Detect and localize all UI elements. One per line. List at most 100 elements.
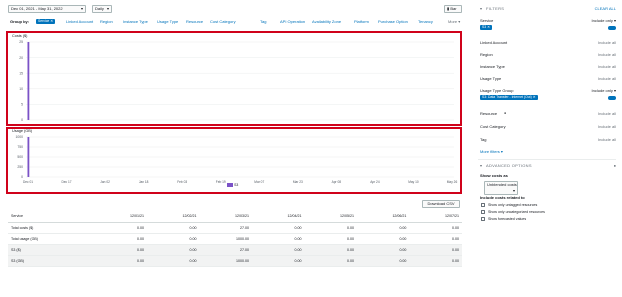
checkbox[interactable]	[481, 203, 485, 207]
table-header-cell[interactable]: 12/06/21	[356, 211, 410, 223]
table-header-cell[interactable]: 12/02/21	[147, 211, 200, 223]
table-cell: 0.00	[356, 222, 410, 234]
group-by-resource[interactable]: Resource	[186, 19, 203, 24]
filter-cost-category[interactable]: Cost Category Include all	[480, 124, 616, 130]
filter-cost-category-mode[interactable]: Include all	[598, 124, 616, 129]
table-cell: 0.00	[356, 244, 410, 256]
filter-tag[interactable]: Tag Include all	[480, 137, 616, 143]
group-by-platform[interactable]: Platform	[354, 19, 369, 24]
granularity-select[interactable]: Daily ▾	[92, 5, 112, 13]
filter-resource[interactable]: Resource ● Include all	[480, 111, 616, 117]
table-cell: 0.00	[147, 222, 200, 234]
filter-usage-type-group-toggle[interactable]	[608, 96, 616, 100]
clear-all-link[interactable]: CLEAR ALL	[595, 6, 616, 11]
checkbox-label[interactable]: Show forecasted values	[488, 217, 526, 221]
bar[interactable]	[27, 42, 30, 120]
group-by-api-operation[interactable]: API Operation	[280, 19, 305, 24]
checkbox[interactable]	[481, 217, 485, 221]
filter-service-label: Service	[480, 18, 494, 23]
checkbox[interactable]	[481, 210, 485, 214]
filter-usage-type[interactable]: Usage Type Include all	[480, 76, 616, 82]
filter-usage-type-group-chip[interactable]: S3: Data Transfer - Internet (Out) ✕	[480, 95, 538, 100]
bar[interactable]	[27, 137, 30, 177]
table-header-cell[interactable]: 12/03/21	[199, 211, 252, 223]
table-row: S3 (GB) 0.00 0.00 1000.00 0.00 0.00 0.00 0.00	[8, 255, 462, 267]
table-cell: 0.00	[251, 244, 305, 256]
table-header-cell[interactable]: 12/05/21	[304, 211, 357, 223]
advanced-divider	[478, 159, 616, 160]
group-by-chip-service[interactable]: Service ✕	[36, 19, 56, 24]
group-by-purchase-option[interactable]: Purchase Option	[378, 19, 408, 24]
table-cell: 0.00	[94, 222, 148, 234]
group-by-usage-type[interactable]: Usage Type	[157, 19, 178, 24]
y-tick-label: 0	[21, 118, 23, 122]
filter-tag-mode[interactable]: Include all	[598, 137, 616, 142]
filter-linked-account-mode[interactable]: Include all	[598, 40, 616, 45]
filter-usage-type-mode[interactable]: Include all	[598, 76, 616, 81]
filter-resource-mode[interactable]: Include all	[598, 111, 616, 116]
legend-label: S3	[234, 183, 239, 187]
table-header-cell[interactable]: 12/04/21	[251, 211, 305, 223]
info-icon[interactable]: ●	[614, 163, 616, 168]
cost-mode-select[interactable]: Unblended costs ▾	[484, 181, 518, 195]
group-by-bar: Group by: Service ✕ Linked Account Regio…	[10, 19, 462, 25]
chevron-down-icon: ▾	[512, 188, 515, 193]
table-cell: 0.00	[94, 233, 148, 245]
table-header-cell[interactable]: Service	[8, 211, 95, 223]
filter-service-toggle[interactable]	[608, 26, 616, 30]
group-by-region[interactable]: Region	[100, 19, 113, 24]
table-cell: 0.00	[356, 233, 410, 245]
filter-region-mode[interactable]: Include all	[598, 52, 616, 57]
group-by-cost-category[interactable]: Cost Category	[210, 19, 236, 24]
filter-usage-type-group[interactable]: Usage Type Group Include only ▾ S3: Data…	[480, 88, 616, 106]
group-by-more[interactable]: More ▾	[448, 19, 460, 24]
table-header-cell[interactable]: 12/01/21	[94, 211, 148, 223]
group-by-tenancy[interactable]: Tenancy	[418, 19, 433, 24]
table-cell: 0.00	[94, 255, 148, 267]
checkbox-label[interactable]: Show only untagged resources	[488, 203, 537, 207]
y-tick-label: 10	[19, 87, 23, 91]
x-tick-label: Apr 24	[370, 180, 380, 184]
costs-axis-label: Costs ($)	[12, 34, 28, 38]
y-tick-label: 1000	[15, 135, 23, 139]
table-cell: 0.00	[147, 233, 200, 245]
table-cell: 0.00	[409, 222, 462, 234]
table-cell: 0.00	[409, 244, 462, 256]
y-tick-label: 500	[17, 155, 23, 159]
more-filters-link[interactable]: More filters ▾	[480, 149, 616, 155]
table-cell: 27.00	[199, 244, 252, 256]
filter-service[interactable]: Service Include only ▾ S3 ✕	[480, 18, 616, 36]
chart-style-select[interactable]: ▮ Bar	[444, 5, 462, 13]
granularity-label: Daily	[95, 6, 104, 11]
filter-usage-type-group-mode[interactable]: Include only ▾	[592, 88, 616, 93]
y-tick-label: 15	[19, 71, 23, 75]
filter-instance-type[interactable]: Instance Type Include all	[480, 64, 616, 70]
date-range-picker[interactable]: Dec 01, 2021 - May 31, 2022 ▾	[8, 5, 86, 13]
filter-linked-account[interactable]: Linked Account Include all	[480, 40, 616, 46]
advanced-title: ADVANCED OPTIONS	[486, 163, 532, 168]
y-tick-label: 250	[17, 165, 23, 169]
checkbox-label[interactable]: Show only uncategorized resources	[488, 210, 545, 214]
y-tick-label: 25	[19, 40, 23, 44]
collapse-icon[interactable]: ▾	[480, 163, 482, 168]
table-cell: 0.00	[251, 255, 305, 267]
group-by-tag[interactable]: Tag	[260, 19, 266, 24]
table-header-cell[interactable]: 12/07/21	[409, 211, 462, 223]
download-csv-button[interactable]: Download CSV	[422, 200, 460, 208]
table-cell: 0.00	[251, 222, 305, 234]
filters-title: FILTERS	[486, 6, 505, 11]
y-tick-label: 5	[21, 103, 23, 107]
filter-region[interactable]: Region Include all	[480, 52, 616, 58]
filter-instance-type-mode[interactable]: Include all	[598, 64, 616, 69]
filter-cost-category-label: Cost Category	[480, 124, 506, 129]
filter-region-label: Region	[480, 52, 493, 57]
group-by-label: Group by:	[10, 19, 30, 24]
group-by-instance-type[interactable]: Instance Type	[123, 19, 148, 24]
x-tick-label: Jan 02	[100, 180, 110, 184]
filter-service-mode[interactable]: Include only ▾	[592, 18, 616, 23]
group-by-linked-account[interactable]: Linked Account	[66, 19, 93, 24]
filter-service-chip[interactable]: S3 ✕	[480, 25, 492, 30]
group-by-availability-zone[interactable]: Availability Zone	[312, 19, 341, 24]
table-row: S3 ($) 0.00 0.00 27.00 0.00 0.00 0.00 0.00	[8, 244, 462, 256]
collapse-icon[interactable]: ▾	[480, 6, 482, 11]
